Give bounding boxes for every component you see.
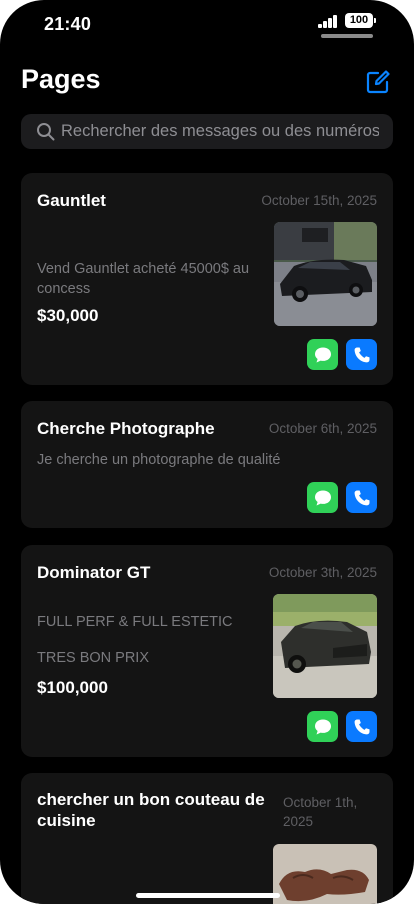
post-image-car[interactable] [274, 222, 377, 326]
post-card[interactable]: Cherche Photographe October 6th, 2025 Je… [21, 401, 393, 528]
post-title: Dominator GT [37, 563, 151, 582]
page-title: Pages [21, 64, 101, 94]
post-card[interactable]: Dominator GT October 3th, 2025 FULL PERF… [21, 545, 393, 757]
post-price: $30,000 [37, 306, 99, 325]
post-image-knife[interactable] [273, 844, 377, 904]
compose-icon[interactable] [364, 68, 392, 96]
post-date: October 3th, 2025 [268, 565, 377, 580]
post-description: Je cherche un photographe de qualité [37, 452, 281, 468]
call-button[interactable] [346, 339, 377, 370]
message-button[interactable] [307, 482, 338, 513]
post-description-line: FULL PERF & FULL ESTETIC [37, 614, 233, 630]
search-icon [37, 123, 55, 141]
home-indicator[interactable] [136, 893, 280, 898]
call-button[interactable] [346, 482, 377, 513]
phone-icon [354, 347, 369, 362]
battery-tip [374, 18, 376, 23]
post-card[interactable]: Gauntlet October 15th, 2025 Vend Gauntle… [21, 173, 393, 385]
battery-icon: 100 [345, 13, 373, 28]
post-card[interactable]: chercher un bon couteau de cuisine Octob… [21, 773, 393, 904]
post-title: Gauntlet [37, 191, 106, 210]
post-date: October 15th, 2025 [261, 193, 377, 208]
post-price: $100,000 [37, 678, 108, 697]
post-description: Vend Gauntlet acheté 45000$ au concess [37, 261, 250, 297]
post-title: Cherche Photographe [37, 419, 215, 438]
status-bar: 21:40 100 [0, 0, 414, 48]
phone-screen: 21:40 100 Pages Gauntlet October 15th, 2… [0, 0, 414, 904]
message-bubble-icon [314, 719, 331, 734]
signal-icon [318, 15, 340, 28]
message-button[interactable] [307, 339, 338, 370]
status-time: 21:40 [44, 14, 92, 34]
phone-icon [354, 719, 369, 734]
post-image-car[interactable] [273, 594, 377, 698]
status-indicator-bar [321, 34, 373, 38]
post-date: October 1th, 2025 [283, 795, 358, 829]
search-bar [21, 114, 393, 149]
phone-icon [354, 490, 369, 505]
search-input[interactable] [61, 114, 379, 149]
message-button[interactable] [307, 711, 338, 742]
call-button[interactable] [346, 711, 377, 742]
post-title: chercher un bon couteau de cuisine [37, 790, 265, 830]
post-date: October 6th, 2025 [268, 421, 377, 436]
post-description-line: TRES BON PRIX [37, 650, 149, 666]
message-bubble-icon [314, 490, 331, 505]
message-bubble-icon [314, 347, 331, 362]
